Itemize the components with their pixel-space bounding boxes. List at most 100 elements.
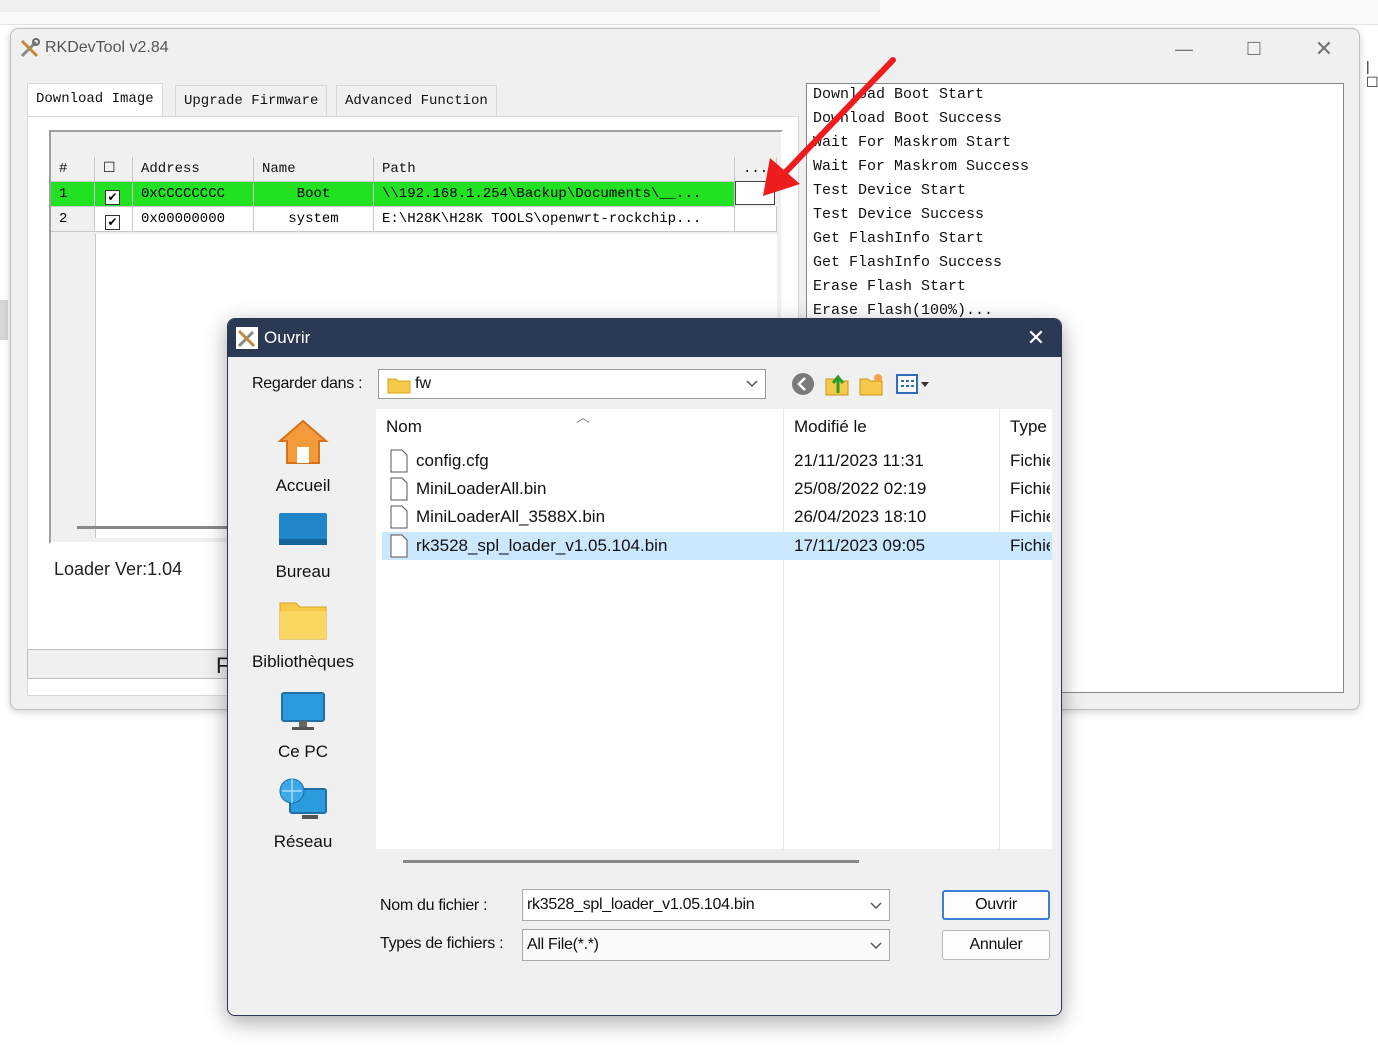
file-modified: 25/08/2022 02:19	[794, 479, 927, 498]
file-list: ︿ Nom Modifié le Type config.cfg 21/11/2…	[376, 409, 1052, 849]
table-row[interactable]: 1 ✔ 0xCCCCCCCC Boot \\192.168.1.254\Back…	[51, 182, 777, 207]
file-name: MiniLoaderAll.bin	[416, 479, 547, 498]
row-path[interactable]: E:\H28K\H28K TOOLS\openwrt-rockchip...	[374, 207, 735, 232]
file-type: Fichier	[1010, 536, 1050, 555]
open-file-dialog: Ouvrir ✕ Regarder dans : fw Accueil Bure…	[227, 318, 1062, 1016]
place-this-pc[interactable]: Ce PC	[238, 689, 368, 762]
file-type: Fichier	[1010, 451, 1050, 470]
place-desktop[interactable]: Bureau	[238, 509, 368, 582]
up-folder-icon[interactable]	[824, 371, 850, 397]
file-modified: 21/11/2023 11:31	[794, 451, 924, 470]
sort-ascending-icon: ︿	[576, 409, 590, 425]
row-browse-cell[interactable]	[735, 207, 777, 232]
dialog-titlebar[interactable]: Ouvrir ✕	[228, 319, 1061, 357]
background-strip-segment	[0, 0, 880, 12]
place-label: Accueil	[275, 476, 331, 495]
chevron-down-icon[interactable]	[869, 898, 883, 912]
log-line: Test Device Success	[813, 206, 985, 223]
background-edge	[0, 300, 8, 340]
table-row[interactable]: 2 ✔ 0x00000000 system E:\H28K\H28K TOOLS…	[51, 207, 777, 232]
look-in-value: fw	[415, 375, 431, 392]
tools-icon	[20, 38, 40, 58]
filetype-value: All File(*.*)	[527, 936, 599, 953]
home-icon	[277, 419, 329, 464]
tab-advanced-function[interactable]: Advanced Function	[336, 85, 497, 116]
close-button[interactable]: ✕	[1309, 35, 1339, 63]
filetype-dropdown[interactable]: All File(*.*)	[522, 929, 890, 961]
file-icon	[390, 449, 408, 473]
column-header-index: #	[51, 157, 95, 181]
background-edge-glyph: | ☐	[1366, 58, 1378, 90]
column-header-type[interactable]: Type	[1010, 417, 1047, 437]
log-line: Erase Flash(100%)...	[813, 302, 994, 319]
look-in-label: Regarder dans :	[252, 375, 363, 392]
close-icon[interactable]: ✕	[1021, 323, 1051, 353]
column-header-modified[interactable]: Modifié le	[794, 417, 867, 437]
file-icon	[390, 534, 408, 558]
file-type: Fichier	[1010, 479, 1050, 498]
browse-cell[interactable]	[735, 181, 775, 205]
row-name: system	[254, 207, 374, 232]
new-folder-icon[interactable]	[858, 371, 884, 397]
row-address[interactable]: 0x00000000	[133, 207, 254, 232]
file-modified: 17/11/2023 09:05	[794, 536, 926, 555]
libraries-folder-icon	[279, 602, 327, 640]
chevron-down-icon[interactable]	[745, 376, 759, 390]
place-label: Réseau	[273, 832, 333, 851]
place-label: Ce PC	[277, 742, 329, 761]
minimize-button[interactable]: —	[1169, 35, 1199, 63]
window-title: RKDevTool v2.84	[45, 39, 169, 56]
row-path[interactable]: \\192.168.1.254\Backup\Documents\__...	[374, 182, 735, 207]
places-bar: Accueil Bureau Bibliothèques Ce PC Résea…	[238, 409, 368, 997]
column-header-name[interactable]: Nom	[386, 417, 422, 437]
log-line: Download Boot Success	[813, 110, 1003, 127]
open-button[interactable]: Ouvrir	[942, 890, 1050, 920]
log-line: Wait For Maskrom Start	[813, 134, 1012, 151]
row-checkbox[interactable]: ✔	[95, 182, 133, 207]
row-name: Boot	[254, 182, 374, 207]
file-icon	[390, 505, 408, 529]
tab-upgrade-firmware[interactable]: Upgrade Firmware	[175, 85, 328, 116]
file-row[interactable]: MiniLoaderAll_3588X.bin 26/04/2023 18:10…	[382, 503, 1052, 531]
row-index: 1	[51, 182, 95, 207]
cancel-button[interactable]: Annuler	[942, 930, 1050, 960]
place-home[interactable]: Accueil	[238, 417, 368, 496]
folder-icon	[387, 378, 411, 394]
place-label: Bibliothèques	[251, 652, 355, 671]
column-header-address: Address	[133, 157, 254, 181]
file-name: rk3528_spl_loader_v1.05.104.bin	[416, 536, 668, 555]
computer-icon	[281, 692, 325, 730]
log-line: Get FlashInfo Start	[813, 230, 985, 247]
filename-input[interactable]: rk3528_spl_loader_v1.05.104.bin	[522, 889, 890, 921]
tools-icon	[236, 327, 258, 349]
look-in-dropdown[interactable]: fw	[378, 369, 766, 399]
background-window-strip	[0, 0, 1378, 25]
file-type: Fichier	[1010, 507, 1050, 526]
file-row[interactable]: config.cfg 21/11/2023 11:31 Fichier	[382, 447, 1052, 475]
file-row-selected[interactable]: rk3528_spl_loader_v1.05.104.bin 17/11/20…	[382, 532, 1052, 560]
file-row[interactable]: MiniLoaderAll.bin 25/08/2022 02:19 Fichi…	[382, 475, 1052, 503]
back-icon[interactable]	[790, 371, 816, 397]
log-line: Test Device Start	[813, 182, 967, 199]
place-network[interactable]: Réseau	[238, 777, 368, 852]
network-icon	[279, 778, 327, 819]
column-header-checkbox[interactable]: ☐	[95, 157, 133, 181]
log-line: Get FlashInfo Success	[813, 254, 1003, 271]
check-icon[interactable]: ✔	[105, 215, 120, 230]
check-icon[interactable]: ✔	[105, 190, 120, 205]
column-header-name: Name	[254, 157, 374, 181]
grid-header: # ☐ Address Name Path ...	[51, 157, 777, 182]
chevron-down-icon[interactable]	[869, 938, 883, 952]
row-address[interactable]: 0xCCCCCCCC	[133, 182, 254, 207]
maximize-button[interactable]: ☐	[1239, 35, 1269, 63]
view-menu-icon[interactable]	[894, 371, 934, 397]
filetype-label: Types de fichiers :	[380, 935, 504, 952]
place-libraries[interactable]: Bibliothèques	[238, 597, 368, 672]
grid-row-header-column	[51, 234, 96, 538]
filename-label: Nom du fichier :	[380, 897, 488, 914]
log-line: Erase Flash Start	[813, 278, 967, 295]
file-modified: 26/04/2023 18:10	[794, 507, 927, 526]
tab-download-image[interactable]: Download Image	[27, 83, 163, 118]
row-checkbox[interactable]: ✔	[95, 207, 133, 232]
horizontal-scrollbar[interactable]	[403, 860, 859, 863]
